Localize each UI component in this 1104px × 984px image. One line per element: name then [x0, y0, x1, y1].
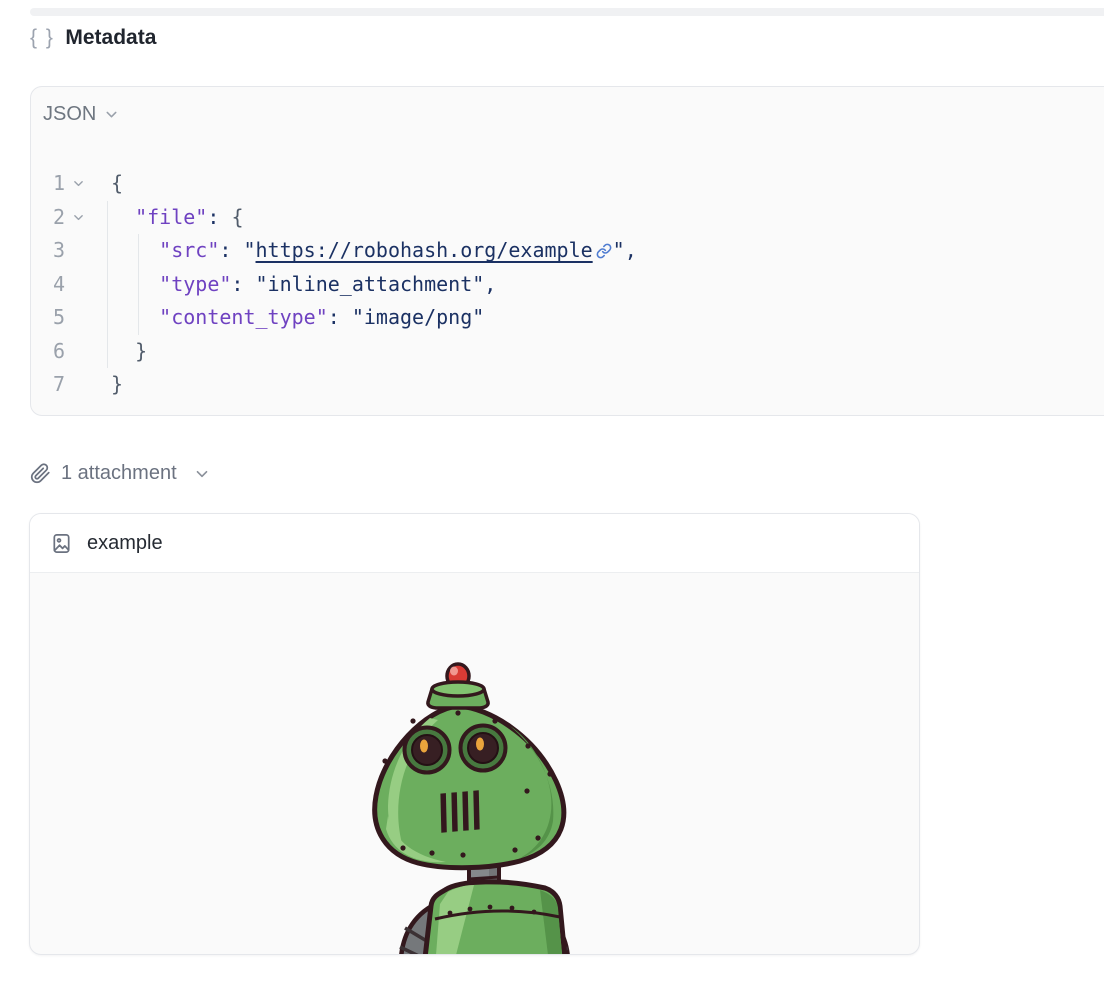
code-token-key: "file" — [135, 201, 207, 235]
attachments-toggle-label: 1 attachment — [61, 462, 177, 485]
section-title: Metadata — [65, 26, 156, 50]
chevron-down-icon — [104, 107, 119, 122]
line-number: 4 — [31, 268, 65, 302]
code-token-brace: { — [111, 167, 123, 201]
code-line-2[interactable]: 2 "file": { — [31, 201, 1104, 235]
code-line-1[interactable]: 1{ — [31, 167, 1104, 201]
robot-eye-left — [405, 728, 450, 773]
code-token-key: "src" — [159, 234, 219, 268]
code-token-brace: { — [231, 201, 243, 235]
code-line-content: "type": "inline_attachment", — [111, 268, 1104, 302]
code-line-content: } — [111, 335, 1104, 369]
line-number: 7 — [31, 368, 65, 402]
code-token-key: "content_type" — [159, 301, 328, 335]
code-line-content: { — [111, 167, 1104, 201]
paperclip-icon — [30, 463, 51, 484]
code-token-brace: } — [135, 335, 147, 369]
language-selector[interactable]: JSON — [43, 103, 119, 126]
fold-gutter — [65, 335, 111, 369]
attachment-preview — [30, 573, 919, 954]
url-link[interactable]: https://robohash.org/example — [256, 234, 593, 268]
code-line-content: "content_type": "image/png" — [111, 301, 1104, 335]
code-token-string: : — [207, 201, 231, 235]
metadata-section-header: { } Metadata — [30, 26, 156, 50]
language-label: JSON — [43, 103, 96, 126]
attachments-toggle[interactable]: 1 attachment — [30, 462, 210, 485]
fold-gutter — [65, 234, 111, 268]
json-editor: JSON 1{2 "file": {3 "src": "https://robo… — [30, 86, 1104, 416]
code-line-content: "file": { — [111, 201, 1104, 235]
code-token-indent — [111, 301, 159, 335]
code-token-indent — [111, 201, 135, 235]
braces-icon: { } — [30, 26, 54, 50]
fold-gutter — [65, 301, 111, 335]
fold-gutter[interactable] — [65, 201, 111, 235]
indent-guide — [138, 301, 139, 335]
code-token-brace: } — [111, 368, 123, 402]
code-line-5[interactable]: 5 "content_type": "image/png" — [31, 301, 1104, 335]
chevron-down-icon — [194, 466, 210, 482]
code-line-content: "src": "https://robohash.org/example ", — [111, 234, 1104, 268]
attachment-name: example — [87, 532, 163, 555]
fold-gutter — [65, 368, 111, 402]
code-token-indent — [111, 335, 135, 369]
robot-eye-right — [461, 726, 506, 771]
code-area[interactable]: 1{2 "file": {3 "src": "https://robohash.… — [31, 167, 1104, 402]
attachment-card: example — [29, 513, 920, 955]
line-number: 2 — [31, 201, 65, 235]
code-token-string: : " — [219, 234, 255, 268]
indent-guide — [107, 201, 108, 235]
code-token-indent — [111, 268, 159, 302]
image-file-icon — [50, 532, 73, 555]
code-token-key: "type" — [159, 268, 231, 302]
top-divider — [30, 8, 1104, 16]
indent-guide — [107, 268, 108, 302]
indent-guide — [138, 234, 139, 268]
code-line-content: } — [111, 368, 1104, 402]
robot-avatar-image — [360, 656, 590, 955]
code-token-string: ", — [613, 234, 637, 268]
indent-guide — [138, 268, 139, 302]
line-number: 5 — [31, 301, 65, 335]
attachment-card-header[interactable]: example — [30, 514, 919, 573]
robot-torso — [425, 882, 565, 955]
fold-gutter — [65, 268, 111, 302]
code-line-7[interactable]: 7} — [31, 368, 1104, 402]
line-number: 6 — [31, 335, 65, 369]
code-line-6[interactable]: 6 } — [31, 335, 1104, 369]
code-token-string: : "inline_attachment", — [231, 268, 496, 302]
fold-gutter[interactable] — [65, 167, 111, 201]
line-number: 3 — [31, 234, 65, 268]
link-icon[interactable] — [596, 243, 612, 259]
code-line-3[interactable]: 3 "src": "https://robohash.org/example ", — [31, 234, 1104, 268]
indent-guide — [107, 335, 108, 369]
indent-guide — [107, 301, 108, 335]
code-token-string: : "image/png" — [328, 301, 485, 335]
line-number: 1 — [31, 167, 65, 201]
indent-guide — [107, 234, 108, 268]
code-line-4[interactable]: 4 "type": "inline_attachment", — [31, 268, 1104, 302]
robot-head — [375, 664, 564, 868]
code-token-indent — [111, 234, 159, 268]
fold-chevron-icon[interactable] — [72, 177, 85, 190]
fold-chevron-icon[interactable] — [72, 211, 85, 224]
